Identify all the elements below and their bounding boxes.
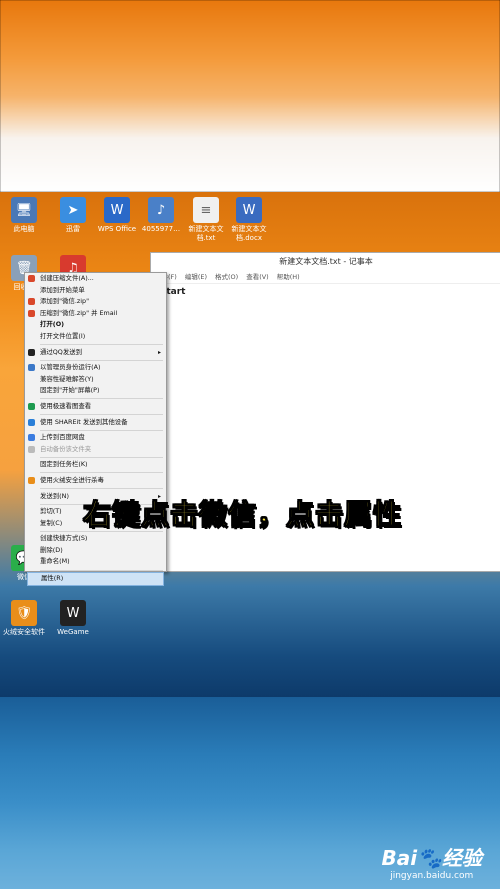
menu-item-label: 创建快捷方式(S) bbox=[40, 534, 88, 543]
menu-item-label: 重命名(M) bbox=[40, 557, 70, 566]
menu-item-icon bbox=[28, 364, 35, 372]
menu-item-label: 打开文件位置(I) bbox=[40, 331, 86, 340]
desktop-icon[interactable]: 🖥 此电脑 bbox=[3, 197, 45, 234]
context-menu-item[interactable]: 固定到任务栏(K) bbox=[25, 459, 166, 471]
menu-separator bbox=[40, 414, 163, 416]
menu-separator bbox=[40, 359, 163, 361]
context-menu-item[interactable]: 删除(D) bbox=[25, 545, 166, 557]
baidu-watermark: Bai🐾经验 jingyan.baidu.com bbox=[382, 842, 483, 881]
menu-item-icon bbox=[28, 402, 35, 410]
menu-item-label: 发送到(N) bbox=[40, 491, 69, 500]
top-blurred-background bbox=[0, 0, 500, 192]
context-menu-item[interactable]: 压缩到"微信.zip" 并 Email bbox=[25, 308, 166, 320]
desktop-icon[interactable]: ≡ 新建文本文档.txt bbox=[185, 197, 227, 243]
desktop-icon[interactable]: ♪ 4055977… bbox=[140, 197, 182, 234]
notepad-title: 新建文本文档.txt - 记事本 bbox=[279, 257, 373, 266]
menu-item-label: 兼容性疑难解答(Y) bbox=[40, 374, 94, 383]
app-icon: 🛡 bbox=[11, 600, 37, 626]
app-icon: W bbox=[236, 197, 262, 223]
context-menu-item[interactable]: 打开文件位置(I) bbox=[25, 331, 166, 343]
menu-separator bbox=[40, 398, 163, 400]
context-menu-item[interactable]: 属性(R) bbox=[27, 572, 164, 586]
menu-item-label: 创建压缩文件(A)... bbox=[40, 274, 94, 282]
baidu-logo: Bai🐾经验 bbox=[381, 846, 483, 870]
notepad-menu-item[interactable]: 编辑(E) bbox=[185, 271, 207, 283]
context-menu-item[interactable]: 自动备份该文件夹 bbox=[25, 444, 166, 456]
instruction-caption: 右键点击微信，点击属性 bbox=[83, 498, 403, 532]
menu-separator bbox=[40, 569, 163, 571]
menu-item-icon bbox=[28, 298, 35, 306]
app-icon: W bbox=[60, 600, 86, 626]
menu-item-icon bbox=[28, 348, 35, 356]
menu-item-icon bbox=[28, 434, 35, 442]
desktop-icon[interactable]: W WeGame bbox=[52, 600, 94, 637]
menu-separator bbox=[40, 429, 163, 431]
context-menu-item[interactable]: 添加到开始菜单 bbox=[25, 285, 166, 297]
menu-item-label: 使用 SHAREit 发送到其他设备 bbox=[40, 417, 128, 426]
menu-item-label: 使用火绒安全进行杀毒 bbox=[40, 475, 104, 484]
desktop-icon-label: 火绒安全软件 bbox=[3, 628, 45, 636]
notepad-menu-item[interactable]: 查看(V) bbox=[246, 271, 269, 283]
desktop-icon[interactable]: ➤ 迅雷 bbox=[52, 197, 94, 234]
desktop-icon-label: 新建文本文档.txt bbox=[188, 225, 224, 242]
menu-item-icon bbox=[28, 476, 35, 484]
menu-separator bbox=[40, 456, 163, 458]
menu-item-label: 固定到任务栏(K) bbox=[40, 460, 88, 469]
menu-item-icon bbox=[28, 275, 35, 282]
notepad-menu-item[interactable]: 格式(O) bbox=[215, 271, 238, 283]
menu-item-label: 复制(C) bbox=[40, 518, 63, 527]
menu-separator bbox=[40, 344, 163, 346]
context-menu-item[interactable]: 通过QQ发送到 ▸ bbox=[25, 347, 166, 359]
menu-item-label: 自动备份该文件夹 bbox=[40, 444, 92, 453]
context-menu-item[interactable]: 固定到"开始"屏幕(P) bbox=[25, 385, 166, 397]
desktop-icon-label: 此电脑 bbox=[13, 225, 35, 233]
submenu-arrow-icon: ▸ bbox=[157, 348, 161, 356]
menu-item-label: 添加到"微信.zip" bbox=[40, 297, 90, 306]
context-menu-item[interactable]: 以管理员身份运行(A) bbox=[25, 362, 166, 374]
context-menu-item[interactable]: 重命名(M) bbox=[25, 556, 166, 568]
menu-separator bbox=[40, 488, 163, 489]
menu-item-icon bbox=[28, 418, 35, 426]
app-icon: 🖥 bbox=[11, 197, 37, 223]
desktop-icon[interactable]: 🛡 火绒安全软件 bbox=[3, 600, 45, 637]
menu-item-label: 打开(O) bbox=[40, 320, 65, 329]
desktop-icon-label: 新建文本文档.docx bbox=[231, 225, 267, 242]
app-icon: ♪ bbox=[148, 197, 174, 223]
menu-item-label: 添加到开始菜单 bbox=[40, 285, 85, 294]
app-icon: ➤ bbox=[60, 197, 86, 223]
menu-item-label: 属性(R) bbox=[41, 574, 64, 583]
menu-item-label: 剪切(T) bbox=[40, 507, 62, 516]
menu-item-label: 通过QQ发送到 bbox=[40, 347, 83, 356]
context-menu-item[interactable]: 使用 SHAREit 发送到其他设备 bbox=[25, 417, 166, 429]
menu-item-label: 使用极速看图查看 bbox=[40, 401, 92, 410]
notepad-menu-item[interactable]: 帮助(H) bbox=[277, 271, 300, 283]
menu-item-icon bbox=[28, 309, 35, 317]
desktop-icon-label: WPS Office bbox=[97, 225, 137, 233]
desktop-icon-label: WeGame bbox=[57, 628, 89, 636]
menu-item-label: 压缩到"微信.zip" 并 Email bbox=[40, 308, 118, 317]
context-menu-item[interactable]: 添加到"微信.zip" bbox=[25, 296, 166, 308]
context-menu-item[interactable]: 创建压缩文件(A)... bbox=[25, 273, 166, 285]
desktop-icon-label: 迅雷 bbox=[66, 225, 80, 233]
desktop-icon-label: 4055977… bbox=[141, 225, 181, 233]
context-menu-item[interactable]: 使用极速看图查看 bbox=[25, 401, 166, 413]
menu-item-label: 删除(D) bbox=[40, 545, 63, 554]
context-menu-item[interactable]: 打开(O) bbox=[25, 319, 166, 331]
notepad-text[interactable]: start bbox=[151, 284, 500, 300]
desktop-icon[interactable]: W 新建文本文档.docx bbox=[228, 197, 270, 243]
menu-item-label: 上传到百度网盘 bbox=[40, 433, 85, 442]
menu-item-label: 以管理员身份运行(A) bbox=[40, 363, 101, 372]
context-menu-item[interactable]: 使用火绒安全进行杀毒 bbox=[25, 475, 166, 487]
context-menu-item[interactable]: 兼容性疑难解答(Y) bbox=[25, 374, 166, 386]
menu-item-label: 固定到"开始"屏幕(P) bbox=[40, 386, 100, 395]
app-icon: ≡ bbox=[193, 197, 219, 223]
menu-item-icon bbox=[28, 445, 35, 453]
notepad-menubar: 文件(F)编辑(E)格式(O)查看(V)帮助(H) bbox=[151, 271, 500, 284]
desktop-icon[interactable]: W WPS Office bbox=[96, 197, 138, 234]
menu-separator bbox=[40, 472, 163, 474]
app-icon: W bbox=[104, 197, 130, 223]
context-menu-item[interactable]: 上传到百度网盘 bbox=[25, 432, 166, 444]
baidu-url: jingyan.baidu.com bbox=[390, 871, 474, 881]
